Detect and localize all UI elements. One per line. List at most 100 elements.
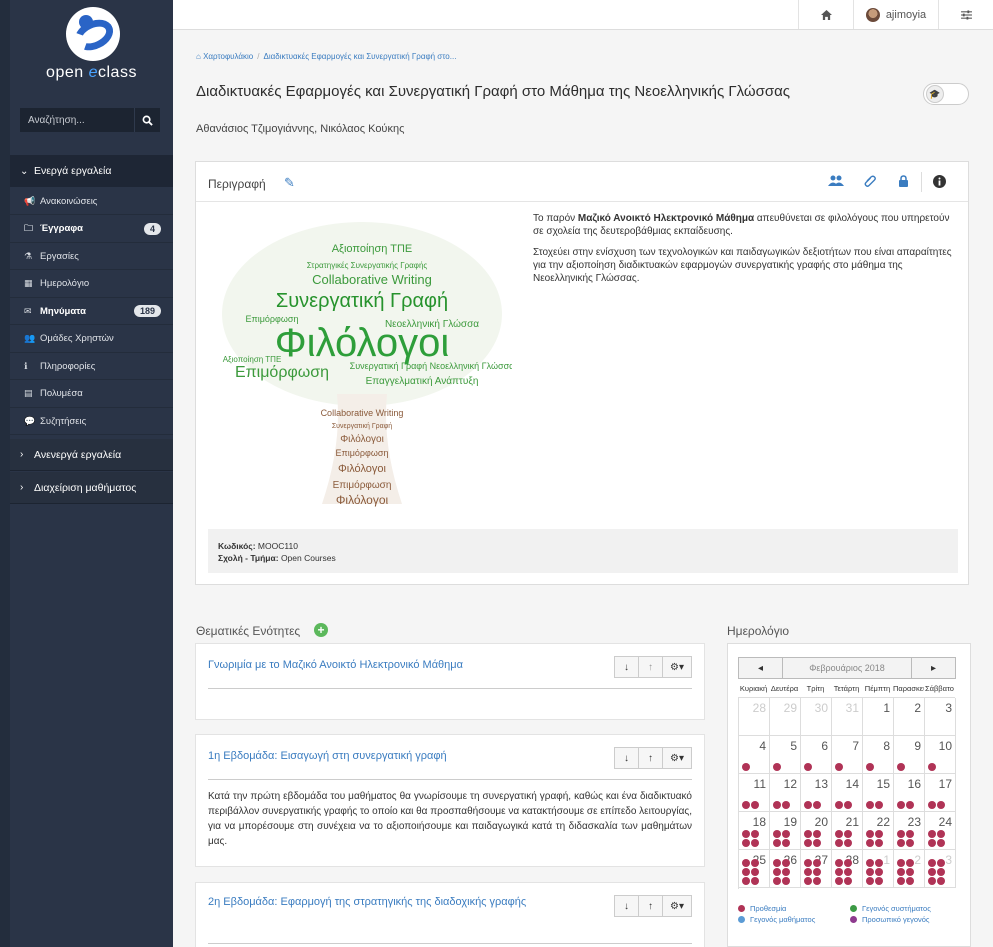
calendar-day[interactable]: 3 bbox=[925, 850, 956, 888]
deadline-dot[interactable] bbox=[928, 763, 936, 771]
deadline-dot[interactable] bbox=[773, 877, 781, 885]
sidebar-item[interactable]: 💬 Συζητήσεις bbox=[10, 408, 173, 435]
deadline-dot[interactable] bbox=[804, 763, 812, 771]
deadline-dot[interactable] bbox=[906, 830, 914, 838]
deadline-dot[interactable] bbox=[751, 839, 759, 847]
deadline-dot[interactable] bbox=[844, 830, 852, 838]
deadline-dot[interactable] bbox=[742, 868, 750, 876]
users-icon[interactable] bbox=[828, 175, 844, 190]
deadline-dot[interactable] bbox=[866, 839, 874, 847]
unit-title[interactable]: Γνωριμία με το Μαζικό Ανοικτό Ηλεκτρονικ… bbox=[208, 658, 463, 673]
calendar-day[interactable]: 10 bbox=[925, 736, 956, 774]
calendar-day[interactable]: 7 bbox=[832, 736, 863, 774]
calendar-day[interactable]: 2 bbox=[894, 850, 925, 888]
deadline-dot[interactable] bbox=[928, 859, 936, 867]
deadline-dot[interactable] bbox=[773, 868, 781, 876]
deadline-dot[interactable] bbox=[751, 868, 759, 876]
move-up-button[interactable]: ↑ bbox=[638, 747, 663, 769]
user-menu[interactable]: ajimoyia bbox=[853, 0, 938, 29]
calendar-day[interactable]: 22 bbox=[863, 812, 894, 850]
deadline-dot[interactable] bbox=[928, 839, 936, 847]
deadline-dot[interactable] bbox=[751, 801, 759, 809]
calendar-day[interactable]: 11 bbox=[739, 774, 770, 812]
calendar-day[interactable]: 18 bbox=[739, 812, 770, 850]
deadline-dot[interactable] bbox=[804, 839, 812, 847]
deadline-dot[interactable] bbox=[875, 839, 883, 847]
deadline-dot[interactable] bbox=[875, 877, 883, 885]
deadline-dot[interactable] bbox=[742, 877, 750, 885]
calendar-day[interactable]: 13 bbox=[801, 774, 832, 812]
deadline-dot[interactable] bbox=[804, 859, 812, 867]
deadline-dot[interactable] bbox=[782, 801, 790, 809]
calendar-day[interactable]: 3 bbox=[925, 698, 956, 736]
deadline-dot[interactable] bbox=[897, 763, 905, 771]
calendar-day[interactable]: 27 bbox=[801, 850, 832, 888]
sidebar-item[interactable]: ℹ Πληροφορίες bbox=[10, 353, 173, 380]
deadline-dot[interactable] bbox=[742, 763, 750, 771]
calendar-day[interactable]: 28 bbox=[739, 698, 770, 736]
deadline-dot[interactable] bbox=[773, 830, 781, 838]
deadline-dot[interactable] bbox=[782, 830, 790, 838]
calendar-day[interactable]: 1 bbox=[863, 850, 894, 888]
search-input[interactable] bbox=[20, 108, 134, 132]
deadline-dot[interactable] bbox=[875, 868, 883, 876]
unit-settings-button[interactable]: ⚙▾ bbox=[662, 747, 692, 769]
breadcrumb-current[interactable]: Διαδικτυακές Εφαρμογές και Συνεργατική Γ… bbox=[263, 52, 456, 61]
deadline-dot[interactable] bbox=[844, 801, 852, 809]
deadline-dot[interactable] bbox=[804, 801, 812, 809]
unit-settings-button[interactable]: ⚙▾ bbox=[662, 895, 692, 917]
deadline-dot[interactable] bbox=[897, 830, 905, 838]
deadline-dot[interactable] bbox=[813, 830, 821, 838]
deadline-dot[interactable] bbox=[937, 877, 945, 885]
deadline-dot[interactable] bbox=[906, 859, 914, 867]
unit-title[interactable]: 1η Εβδομάδα: Εισαγωγή στη συνεργατική γρ… bbox=[208, 749, 447, 764]
pencil-icon[interactable]: ✎ bbox=[284, 175, 295, 191]
deadline-dot[interactable] bbox=[906, 839, 914, 847]
deadline-dot[interactable] bbox=[937, 868, 945, 876]
calendar-day[interactable]: 28 bbox=[832, 850, 863, 888]
deadline-dot[interactable] bbox=[804, 877, 812, 885]
deadline-dot[interactable] bbox=[773, 859, 781, 867]
deadline-dot[interactable] bbox=[782, 868, 790, 876]
calendar-day[interactable]: 20 bbox=[801, 812, 832, 850]
sidebar-item[interactable]: ✉ Μηνύματα 189 bbox=[10, 298, 173, 325]
calendar-day[interactable]: 6 bbox=[801, 736, 832, 774]
deadline-dot[interactable] bbox=[742, 830, 750, 838]
move-down-button[interactable]: ↓ bbox=[614, 656, 639, 678]
deadline-dot[interactable] bbox=[928, 877, 936, 885]
deadline-dot[interactable] bbox=[804, 868, 812, 876]
home-button[interactable] bbox=[798, 0, 853, 29]
deadline-dot[interactable] bbox=[751, 877, 759, 885]
calendar-day[interactable]: 14 bbox=[832, 774, 863, 812]
calendar-day[interactable]: 16 bbox=[894, 774, 925, 812]
calendar-day[interactable]: 1 bbox=[863, 698, 894, 736]
deadline-dot[interactable] bbox=[906, 801, 914, 809]
calendar-day[interactable]: 8 bbox=[863, 736, 894, 774]
calendar-day[interactable]: 12 bbox=[770, 774, 801, 812]
add-unit-button[interactable]: + bbox=[314, 623, 328, 637]
deadline-dot[interactable] bbox=[773, 801, 781, 809]
calendar-day[interactable]: 21 bbox=[832, 812, 863, 850]
deadline-dot[interactable] bbox=[813, 801, 821, 809]
deadline-dot[interactable] bbox=[835, 801, 843, 809]
deadline-dot[interactable] bbox=[813, 877, 821, 885]
deadline-dot[interactable] bbox=[835, 868, 843, 876]
move-up-button[interactable]: ↑ bbox=[638, 656, 663, 678]
calendar-day[interactable]: 9 bbox=[894, 736, 925, 774]
move-up-button[interactable]: ↑ bbox=[638, 895, 663, 917]
deadline-dot[interactable] bbox=[866, 763, 874, 771]
sidebar-item[interactable]: 📢 Ανακοινώσεις bbox=[10, 188, 173, 215]
breadcrumb-home[interactable]: Χαρτοφυλάκιο bbox=[203, 52, 253, 61]
deadline-dot[interactable] bbox=[844, 877, 852, 885]
deadline-dot[interactable] bbox=[906, 877, 914, 885]
calendar-day[interactable]: 29 bbox=[770, 698, 801, 736]
next-month-button[interactable]: ▸ bbox=[911, 658, 955, 678]
unit-title[interactable]: 2η Εβδομάδα: Εφαρμογή της στρατηγικής τη… bbox=[208, 895, 538, 910]
deadline-dot[interactable] bbox=[813, 839, 821, 847]
deadline-dot[interactable] bbox=[866, 801, 874, 809]
deadline-dot[interactable] bbox=[773, 763, 781, 771]
deadline-dot[interactable] bbox=[866, 877, 874, 885]
settings-button[interactable] bbox=[938, 0, 993, 29]
info-icon[interactable] bbox=[933, 175, 946, 191]
deadline-dot[interactable] bbox=[875, 830, 883, 838]
